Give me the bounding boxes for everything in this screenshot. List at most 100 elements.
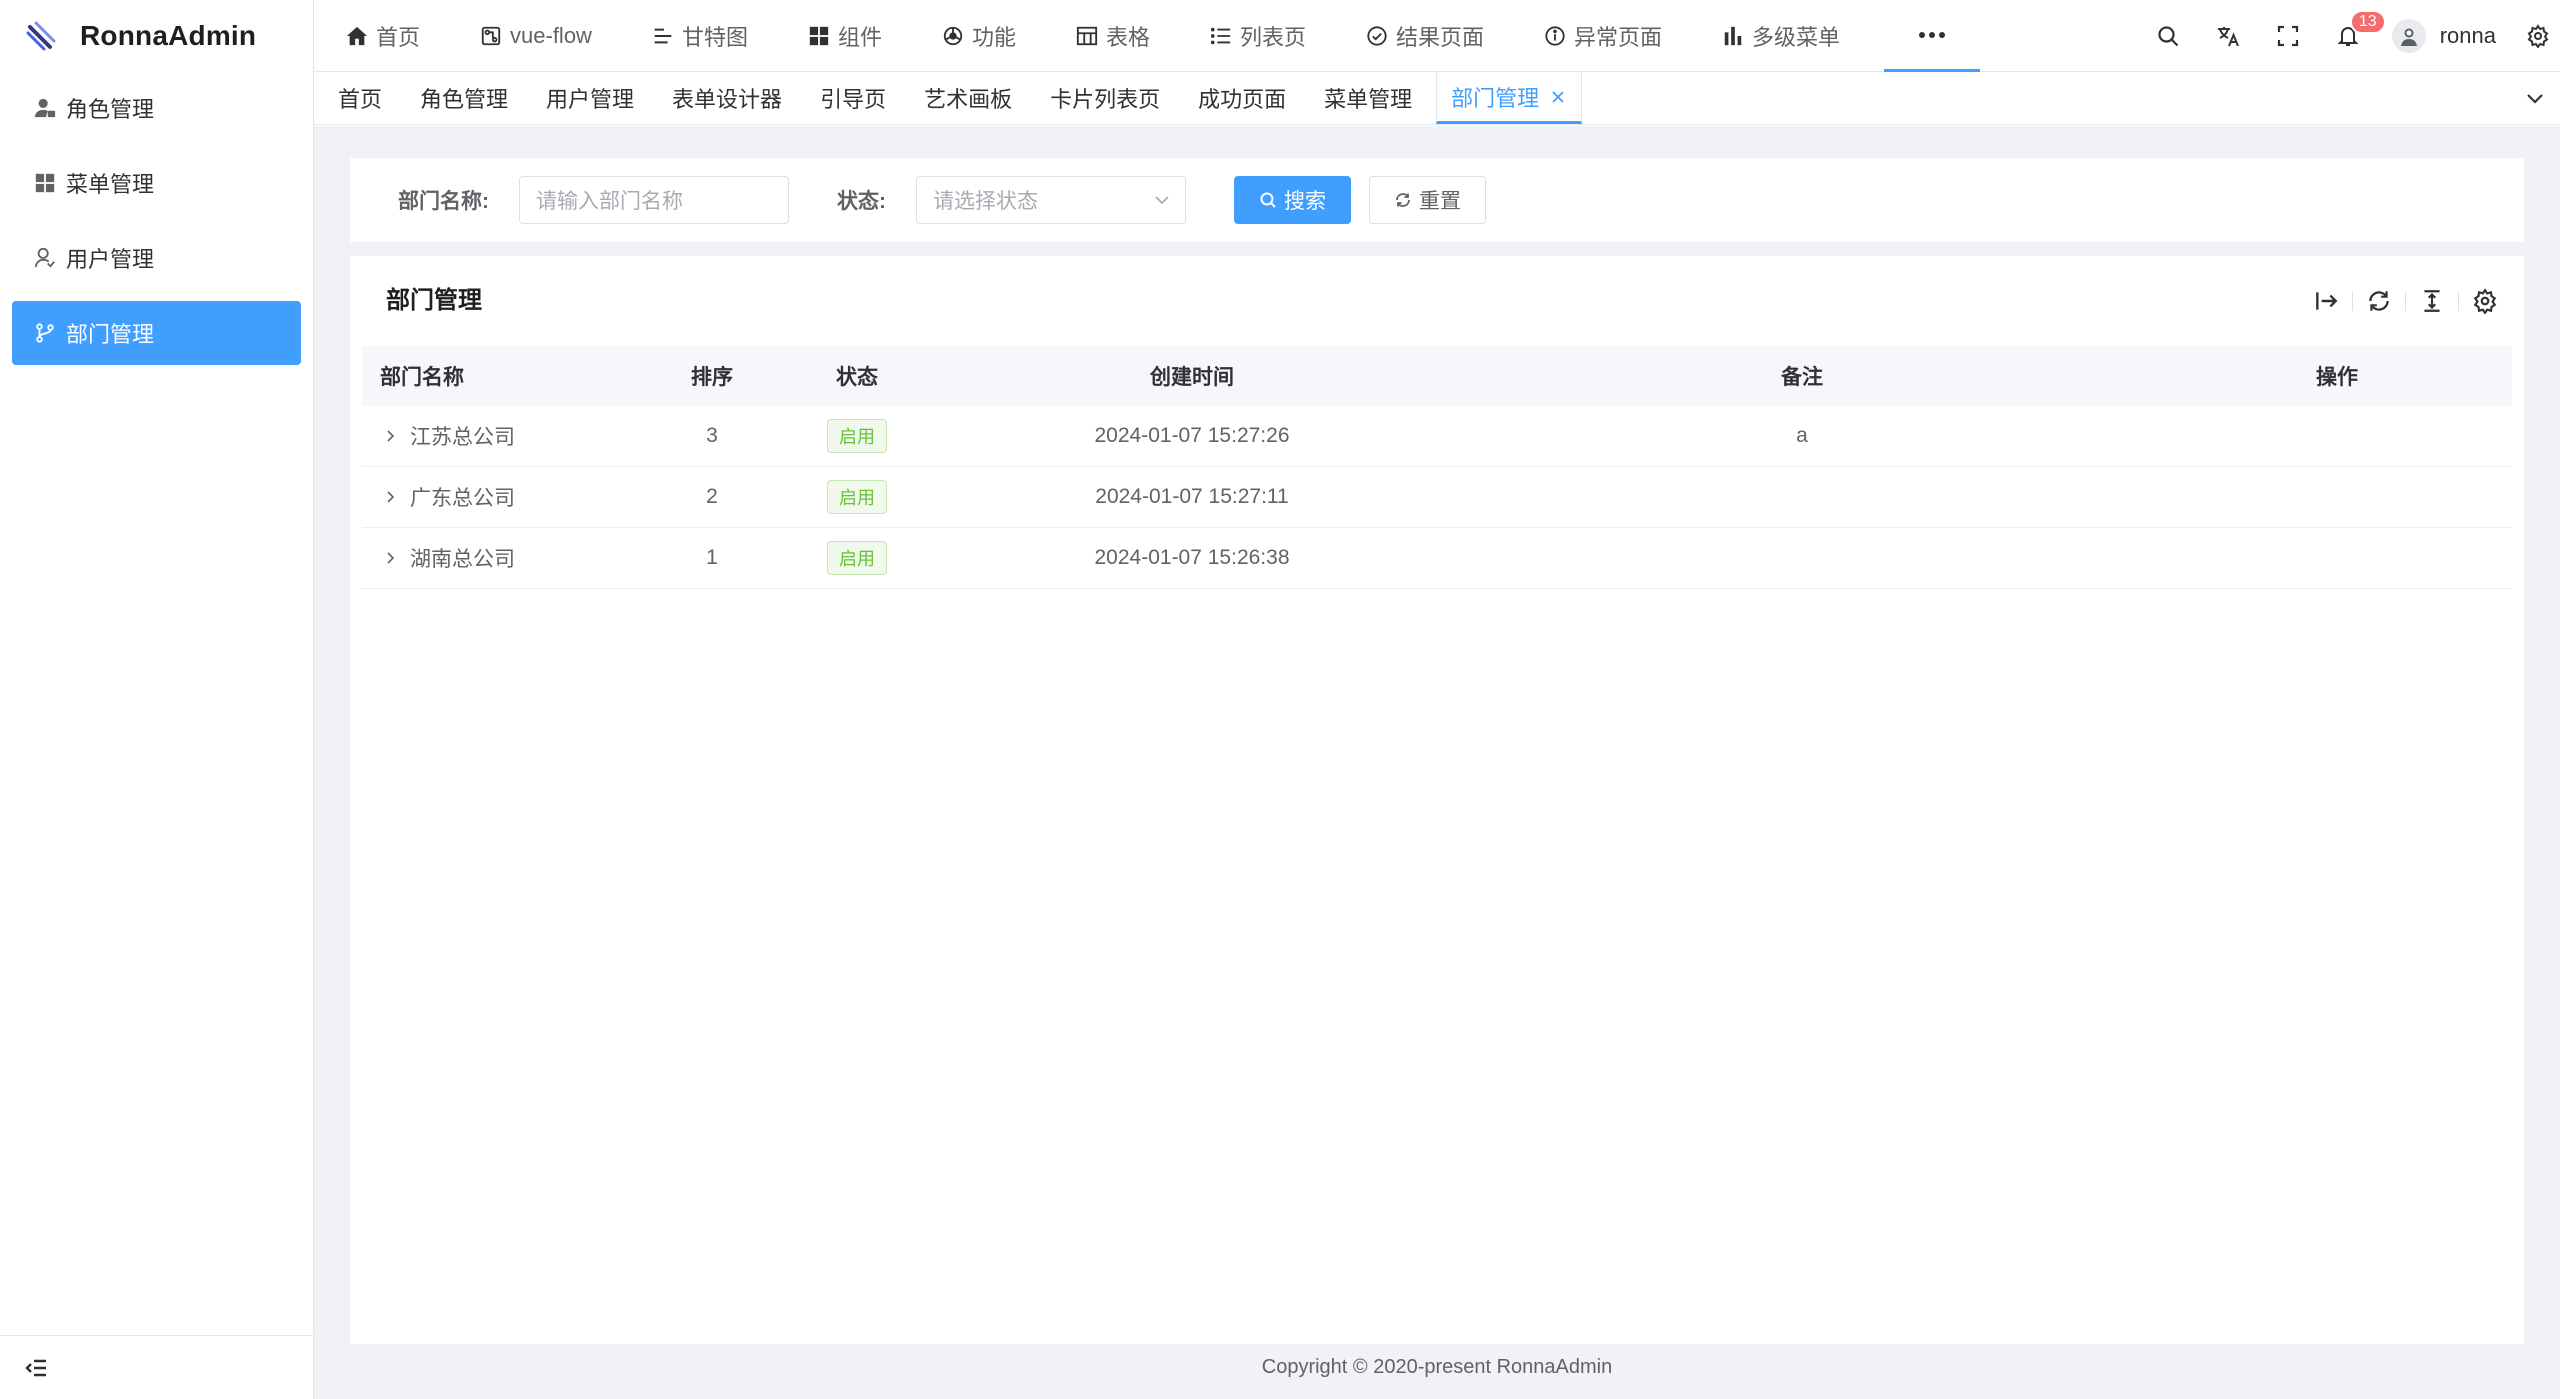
- cell-name: 江苏总公司: [362, 406, 652, 466]
- tab-home[interactable]: 首页: [324, 72, 406, 124]
- search-icon: [1260, 192, 1276, 208]
- density-icon[interactable]: [2419, 288, 2445, 314]
- gear-icon[interactable]: [2472, 288, 2498, 314]
- topnav-label: 功能: [971, 25, 1016, 50]
- dept-name: 江苏总公司: [410, 426, 515, 449]
- column-header-sort[interactable]: 排序: [652, 346, 772, 406]
- chevron-right-icon[interactable]: [382, 550, 398, 566]
- topnav-item-multilevel[interactable]: 多级菜单: [1690, 0, 1868, 72]
- topnav-item-functions[interactable]: 功能: [910, 0, 1044, 72]
- refresh-icon[interactable]: [2366, 288, 2392, 314]
- app-title: RonnaAdmin: [80, 20, 257, 51]
- avatar: [2391, 19, 2426, 53]
- logo-icon: [26, 21, 56, 51]
- user-menu[interactable]: ronna: [2378, 0, 2516, 72]
- table-toolbar: [2290, 288, 2498, 314]
- tab-guide[interactable]: 引导页: [806, 72, 910, 124]
- column-header-created[interactable]: 创建时间: [942, 346, 1442, 406]
- refresh-icon: [1396, 193, 1410, 207]
- topnav-item-home[interactable]: 首页: [314, 0, 448, 72]
- tabs-dropdown-button[interactable]: [2510, 72, 2560, 124]
- cell-sort: 1: [706, 546, 718, 569]
- tab-card-list[interactable]: 卡片列表页: [1036, 72, 1184, 124]
- sidebar-item-label: 菜单管理: [66, 172, 155, 197]
- search-form: 部门名称: 请输入部门名称 状态: 请选择状态 搜索 重置: [350, 158, 2524, 242]
- table-row[interactable]: 湖南总公司 1 启用 2024-01-07 15:26:38: [362, 528, 2512, 589]
- tab-success[interactable]: 成功页面: [1184, 72, 1310, 124]
- sidebar-item-menu[interactable]: 菜单管理: [12, 151, 301, 215]
- topnav-item-exception[interactable]: 异常页面: [1512, 0, 1690, 72]
- grid-icon: [809, 26, 829, 46]
- close-icon[interactable]: [1549, 88, 1567, 106]
- sidebar-item-user[interactable]: 用户管理: [12, 226, 301, 290]
- notification-button[interactable]: 13: [2318, 0, 2386, 72]
- cell-remark: [1442, 467, 2162, 527]
- reset-button[interactable]: 重置: [1369, 176, 1486, 224]
- cell-name: 广东总公司: [362, 467, 652, 527]
- table-card: 部门管理 部门名称 排序 状态 创建时间 备注 操作 江苏总公司 3 启用 20…: [350, 256, 2524, 1344]
- dept-name-input[interactable]: 请输入部门名称: [519, 176, 789, 224]
- chevron-right-icon[interactable]: [382, 489, 398, 505]
- cell-actions: [2162, 467, 2512, 527]
- tab-menu[interactable]: 菜单管理: [1310, 72, 1436, 124]
- cell-status: 启用: [772, 467, 942, 527]
- status-select[interactable]: 请选择状态: [916, 176, 1186, 224]
- settings-button[interactable]: [2516, 0, 2560, 72]
- status-badge: 启用: [827, 541, 887, 575]
- more-dots-icon: [1919, 31, 1945, 38]
- cell-actions: [2162, 528, 2512, 588]
- function-icon: [943, 26, 963, 46]
- sidebar-item-label: 角色管理: [66, 97, 155, 122]
- cell-sort: 2: [706, 485, 718, 508]
- column-header-remark[interactable]: 备注: [1442, 346, 2162, 406]
- dept-name-label: 部门名称:: [398, 190, 489, 213]
- topnav-item-components[interactable]: 组件: [776, 0, 910, 72]
- user-role-icon: [34, 98, 56, 118]
- home-icon: [346, 26, 368, 46]
- fullscreen-button[interactable]: [2258, 0, 2318, 72]
- cell-actions: [2162, 406, 2512, 466]
- flow-icon: [481, 26, 501, 46]
- search-button[interactable]: [2138, 0, 2198, 72]
- tab-user[interactable]: 用户管理: [532, 72, 658, 124]
- column-header-actions[interactable]: 操作: [2162, 346, 2512, 406]
- topnav-item-gantt[interactable]: 甘特图: [620, 0, 776, 72]
- gear-icon: [2527, 24, 2549, 48]
- tab-form-designer[interactable]: 表单设计器: [658, 72, 806, 124]
- topnav-item-vue-flow[interactable]: vue-flow: [448, 0, 620, 72]
- collapse-sidebar-icon[interactable]: [24, 1356, 48, 1380]
- topnav-item-list[interactable]: 列表页: [1178, 0, 1334, 72]
- chevron-right-icon[interactable]: [382, 428, 398, 444]
- tab-department[interactable]: 部门管理: [1436, 72, 1583, 124]
- column-header-status[interactable]: 状态: [772, 346, 942, 406]
- tab-role[interactable]: 角色管理: [406, 72, 532, 124]
- sidebar-item-role[interactable]: 角色管理: [12, 76, 301, 140]
- copyright-footer: Copyright © 2020-present RonnaAdmin: [1261, 1356, 1613, 1378]
- sidebar-item-department[interactable]: 部门管理: [12, 301, 301, 365]
- info-circle-icon: [1545, 26, 1565, 46]
- column-header-name[interactable]: 部门名称: [362, 346, 652, 406]
- table-row[interactable]: 广东总公司 2 启用 2024-01-07 15:27:11: [362, 467, 2512, 528]
- sidebar-footer: [0, 1335, 313, 1399]
- grid-icon: [35, 173, 55, 193]
- tab-art-board[interactable]: 艺术画板: [910, 72, 1036, 124]
- table-row[interactable]: 江苏总公司 3 启用 2024-01-07 15:27:26 a: [362, 406, 2512, 467]
- header-actions: 13 ronna: [2138, 0, 2560, 72]
- topnav-item-result[interactable]: 结果页面: [1334, 0, 1512, 72]
- topnav-label: 甘特图: [681, 25, 748, 50]
- cell-status: 启用: [772, 528, 942, 588]
- cell-status: 启用: [772, 406, 942, 466]
- topnav-label: 结果页面: [1396, 25, 1485, 50]
- topnav-label: vue-flow: [510, 23, 592, 48]
- tab-label: 表单设计器: [672, 87, 783, 112]
- logo[interactable]: RonnaAdmin: [0, 0, 313, 72]
- divider: [2352, 291, 2353, 311]
- status-label: 状态:: [837, 190, 886, 213]
- language-button[interactable]: [2198, 0, 2258, 72]
- topnav-item-table[interactable]: 表格: [1044, 0, 1178, 72]
- export-icon[interactable]: [2313, 288, 2339, 314]
- cell-sort: 3: [706, 424, 718, 447]
- search-button[interactable]: 搜索: [1234, 176, 1351, 224]
- topnav-more-button[interactable]: [1884, 0, 1980, 72]
- topnav-label: 列表页: [1240, 25, 1307, 50]
